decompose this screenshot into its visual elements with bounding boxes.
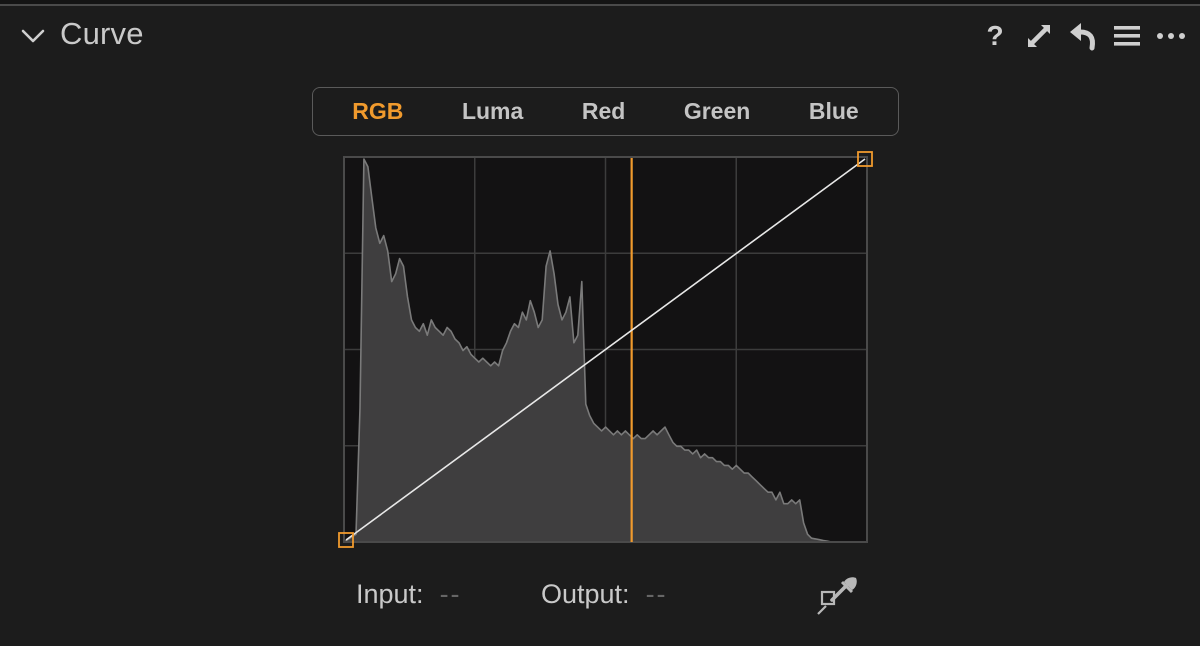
- input-value: --: [439, 578, 462, 609]
- more-icon[interactable]: [1156, 21, 1186, 51]
- output-label: Output:: [541, 578, 630, 609]
- tab-green[interactable]: Green: [674, 94, 760, 129]
- tab-blue[interactable]: Blue: [799, 94, 869, 129]
- input-readout: Input: --: [356, 574, 462, 614]
- panel-title: Curve: [60, 16, 144, 51]
- expand-icon[interactable]: [1024, 21, 1054, 51]
- panel-top-divider: [0, 0, 1200, 6]
- input-label: Input:: [356, 578, 424, 609]
- reset-icon[interactable]: [1068, 21, 1098, 51]
- output-readout: Output: --: [541, 574, 668, 614]
- eyedropper-icon[interactable]: [814, 570, 862, 618]
- curve-editor[interactable]: [330, 148, 880, 554]
- chevron-down-icon[interactable]: [20, 26, 46, 46]
- output-value: --: [645, 578, 668, 609]
- curve-graph[interactable]: [330, 148, 880, 554]
- menu-icon[interactable]: [1112, 21, 1142, 51]
- channel-selector: RGB Luma Red Green Blue: [312, 87, 899, 136]
- tab-rgb[interactable]: RGB: [342, 94, 413, 129]
- help-glyph: ?: [986, 20, 1004, 51]
- tab-red[interactable]: Red: [572, 94, 635, 129]
- tab-luma[interactable]: Luma: [452, 94, 533, 129]
- curve-panel-header: Curve ?: [0, 8, 1200, 64]
- panel-tools: ?: [980, 18, 1186, 54]
- help-icon[interactable]: ?: [980, 21, 1010, 51]
